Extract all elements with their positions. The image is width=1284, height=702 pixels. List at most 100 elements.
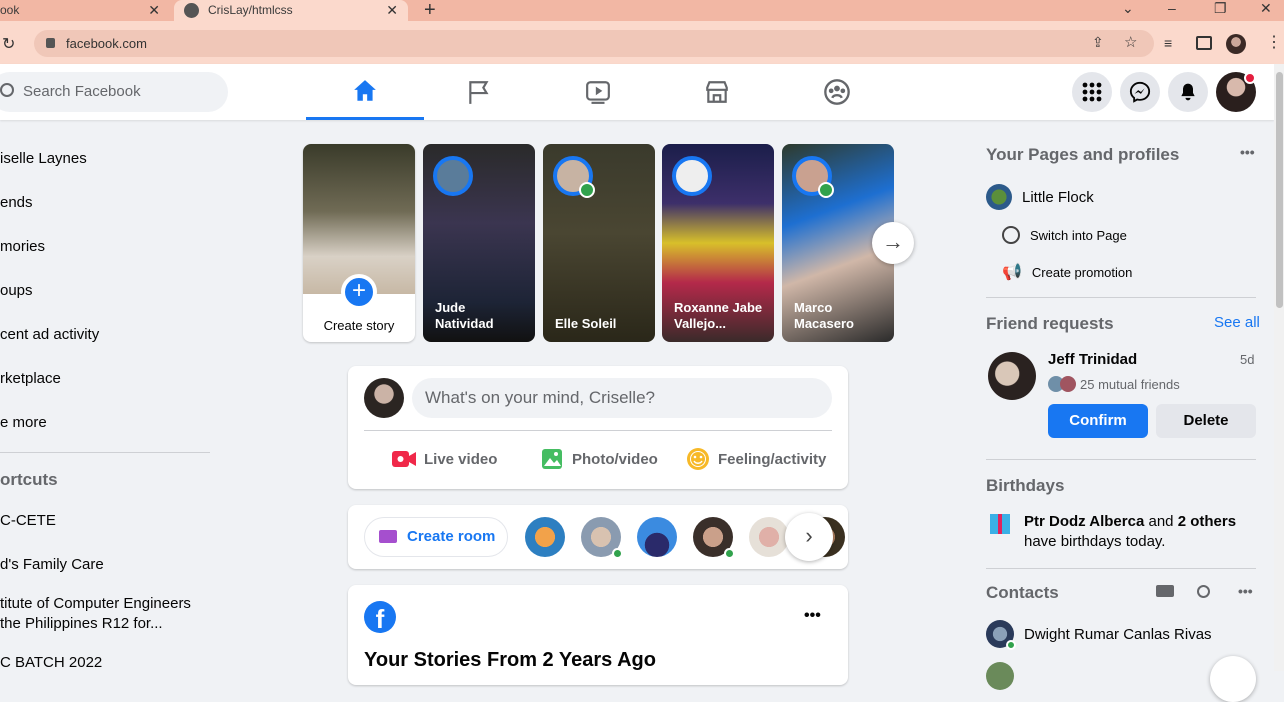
- home-icon: [354, 79, 376, 101]
- tab-home[interactable]: [306, 64, 424, 120]
- birthday-tail: have birthdays today.: [1024, 533, 1166, 550]
- tab-marketplace[interactable]: [658, 64, 776, 120]
- new-tab-button[interactable]: +: [424, 0, 436, 22]
- contact-avatar[interactable]: [581, 517, 623, 559]
- sidebar-item-see-more[interactable]: e more: [0, 414, 47, 431]
- story-card[interactable]: Jude Natividad: [423, 144, 535, 342]
- browser-profile-avatar[interactable]: [1226, 34, 1246, 54]
- requester-avatar[interactable]: [988, 352, 1036, 400]
- tab-facebook[interactable]: ook ✕: [0, 0, 172, 21]
- stories-next-button[interactable]: →: [872, 222, 914, 264]
- requester-name[interactable]: Jeff Trinidad: [1048, 351, 1137, 368]
- sidebar-divider: [0, 452, 210, 453]
- sidebar-item-friends[interactable]: ends: [0, 194, 33, 211]
- facebook-logo-icon: f: [364, 601, 396, 633]
- birthday-text[interactable]: Ptr Dodz Alberca and 2 others have birth…: [1024, 512, 1254, 552]
- tab-github[interactable]: CrisLay/htmlcss ✕: [174, 0, 408, 21]
- create-story-card[interactable]: + Create story: [303, 144, 415, 342]
- sidebar-item-groups[interactable]: oups: [0, 282, 33, 299]
- sidebar-item-ad-activity[interactable]: cent ad activity: [0, 326, 99, 343]
- pages-heading: Your Pages and profiles: [986, 145, 1180, 164]
- switch-profile-icon: [1002, 226, 1020, 244]
- share-icon[interactable]: ⇪: [1092, 34, 1104, 51]
- reload-icon[interactable]: ↻: [2, 34, 15, 54]
- bookmark-star-icon[interactable]: ☆: [1124, 33, 1137, 51]
- feeling-activity-button[interactable]: Feeling/activity: [686, 442, 826, 476]
- notifications-button[interactable]: [1168, 72, 1208, 112]
- contacts-heading: Contacts: [986, 583, 1059, 602]
- delete-button[interactable]: Delete: [1156, 404, 1256, 438]
- contacts-more-button[interactable]: •••: [1238, 583, 1253, 599]
- switch-into-page-button[interactable]: Switch into Page: [1002, 226, 1127, 244]
- contact-item[interactable]: Dwight Rumar Canlas Rivas: [986, 620, 1212, 650]
- photo-video-label: Photo/video: [572, 450, 658, 468]
- restore-icon[interactable]: ❐: [1214, 0, 1227, 17]
- live-video-label: Live video: [424, 450, 498, 468]
- close-icon[interactable]: ✕: [148, 0, 160, 21]
- shortcut-item[interactable]: d's Family Care: [0, 556, 104, 573]
- story-name: Jude Natividad: [435, 300, 494, 331]
- contact-avatar[interactable]: [986, 662, 1014, 690]
- contact-avatar[interactable]: [525, 517, 565, 557]
- tab-pages[interactable]: [420, 64, 538, 120]
- new-message-button[interactable]: [1210, 656, 1256, 702]
- plus-icon: +: [341, 274, 377, 310]
- scrollbar-thumb[interactable]: [1276, 72, 1283, 308]
- shortcut-item[interactable]: C-CETE: [0, 512, 56, 529]
- memory-title: Your Stories From 2 Years Ago: [364, 649, 656, 671]
- chevron-right-icon: ›: [805, 523, 813, 548]
- side-panel-icon[interactable]: [1196, 36, 1212, 50]
- sidebar-item-profile[interactable]: iselle Laynes: [0, 150, 87, 167]
- confirm-button[interactable]: Confirm: [1048, 404, 1148, 438]
- search-contacts-icon[interactable]: [1197, 585, 1210, 598]
- birthday-others: 2 others: [1177, 513, 1237, 530]
- story-card[interactable]: Elle Soleil: [543, 144, 655, 342]
- rooms-next-button[interactable]: ›: [785, 513, 833, 561]
- page-scrollbar[interactable]: [1274, 64, 1284, 671]
- rooms-bar: Create room ›: [348, 505, 848, 569]
- live-video-icon: [392, 451, 416, 467]
- video-camera-icon: [379, 530, 397, 543]
- tab-groups[interactable]: [778, 64, 896, 120]
- messenger-button[interactable]: [1120, 72, 1160, 112]
- megaphone-icon: 📢: [1002, 264, 1022, 281]
- story-avatar: [672, 156, 712, 196]
- story-avatar: [553, 156, 595, 198]
- minimize-icon[interactable]: –: [1168, 0, 1176, 16]
- contact-avatar[interactable]: [749, 517, 789, 557]
- story-name: Elle Soleil: [555, 316, 617, 331]
- chevron-down-icon[interactable]: ⌄: [1122, 0, 1134, 17]
- sidebar-item-marketplace[interactable]: rketplace: [0, 370, 61, 387]
- shortcut-item[interactable]: titute of Computer Engineers: [0, 595, 191, 612]
- pages-more-button[interactable]: •••: [1240, 144, 1255, 160]
- tab-watch[interactable]: [539, 64, 657, 120]
- new-room-icon[interactable]: [1156, 585, 1174, 597]
- contact-avatar[interactable]: [637, 517, 677, 557]
- store-icon: [706, 81, 728, 103]
- photo-video-button[interactable]: Photo/video: [540, 442, 658, 476]
- sidebar-item-memories[interactable]: mories: [0, 238, 45, 255]
- close-window-icon[interactable]: ✕: [1260, 0, 1272, 17]
- whats-on-your-mind-input[interactable]: What's on your mind, Criselle?: [412, 378, 832, 418]
- mutual-avatar: [1060, 376, 1076, 392]
- bell-icon: [1181, 83, 1195, 101]
- post-options-button[interactable]: •••: [804, 607, 821, 625]
- menu-button[interactable]: [1072, 72, 1112, 112]
- see-all-link[interactable]: See all: [1214, 314, 1260, 331]
- create-promotion-button[interactable]: 📢 Create promotion: [1002, 262, 1132, 282]
- page-item-little-flock[interactable]: Little Flock: [986, 184, 1094, 210]
- url-field[interactable]: facebook.com ⇪ ☆: [34, 30, 1154, 57]
- contact-avatar[interactable]: [693, 517, 735, 559]
- browser-menu-icon[interactable]: ⋮: [1266, 32, 1282, 52]
- media-control-icon[interactable]: ≡: [1164, 35, 1172, 51]
- create-room-button[interactable]: Create room: [364, 517, 508, 557]
- shortcut-item[interactable]: C BATCH 2022: [0, 654, 102, 671]
- story-card[interactable]: Roxanne Jabe Vallejo...: [662, 144, 774, 342]
- live-video-button[interactable]: Live video: [392, 442, 497, 476]
- shortcut-item[interactable]: the Philippines R12 for...: [0, 615, 163, 632]
- search-input[interactable]: Search Facebook: [0, 72, 228, 112]
- notification-dot: [1244, 72, 1256, 84]
- story-name: Marco Macasero: [794, 300, 854, 331]
- lock-icon: [46, 38, 55, 48]
- close-icon[interactable]: ✕: [386, 0, 398, 21]
